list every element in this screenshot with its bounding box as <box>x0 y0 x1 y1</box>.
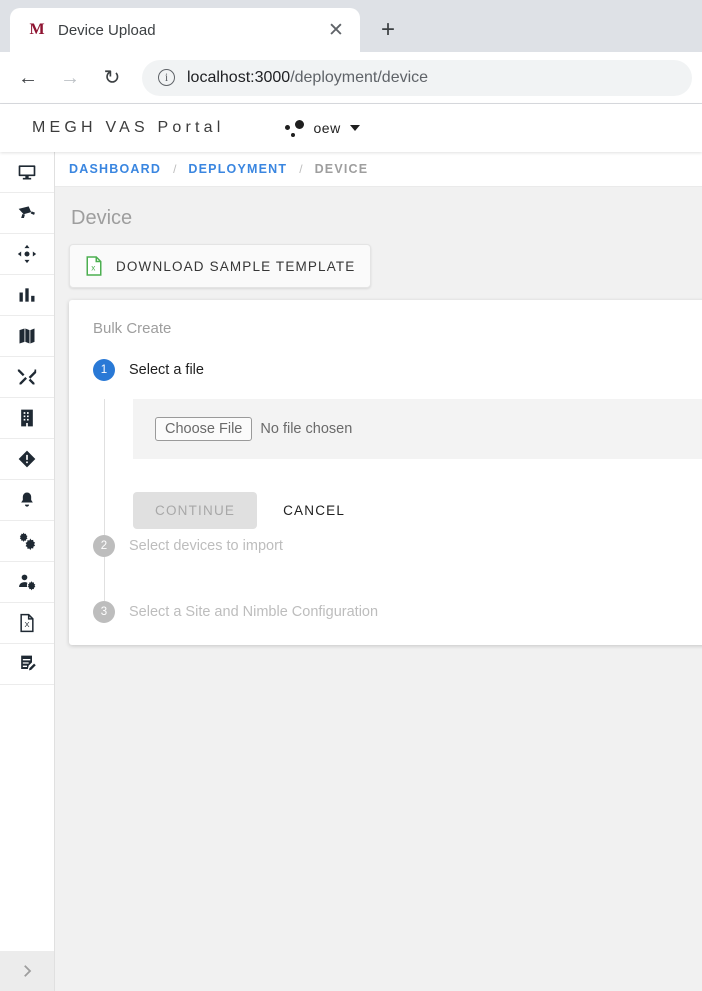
file-status-label: No file chosen <box>260 421 352 437</box>
main-content: DASHBOARD / DEPLOYMENT / DEVICE Device x <box>55 152 702 991</box>
step-1-actions: CONTINUE CANCEL <box>133 492 702 535</box>
step-2-header[interactable]: 2 Select devices to import <box>93 535 702 557</box>
building-icon <box>17 408 37 428</box>
bulk-create-card: Bulk Create 1 Select a file <box>69 300 702 645</box>
reload-icon[interactable]: ↻ <box>94 60 130 96</box>
bar-chart-icon <box>17 285 37 305</box>
file-input[interactable]: Choose File No file chosen <box>155 417 702 441</box>
card-title: Bulk Create <box>69 320 702 337</box>
excel-file-icon: X <box>17 613 37 633</box>
step-2-number: 2 <box>93 535 115 557</box>
breadcrumb-item-dashboard[interactable]: DASHBOARD <box>69 162 161 176</box>
gears-icon <box>17 531 37 551</box>
url-text: localhost:3000/deployment/device <box>187 69 428 87</box>
monitor-icon <box>17 162 37 182</box>
sidebar: X <box>0 152 55 991</box>
sidebar-item-users[interactable] <box>0 562 54 603</box>
info-circle-icon[interactable]: i <box>158 69 175 86</box>
sidebar-item-logs[interactable] <box>0 644 54 685</box>
step-1-label: Select a file <box>129 362 204 378</box>
user-settings-icon <box>17 572 37 592</box>
sidebar-item-settings[interactable] <box>0 521 54 562</box>
continue-button[interactable]: CONTINUE <box>133 492 257 529</box>
map-icon <box>17 326 37 346</box>
url-path: /deployment/device <box>290 69 428 86</box>
forward-icon[interactable]: → <box>52 60 88 96</box>
choose-file-button[interactable]: Choose File <box>155 417 252 441</box>
sidebar-item-dashboard[interactable] <box>0 152 54 193</box>
page-title: Device <box>71 207 702 230</box>
breadcrumb-separator: / <box>173 162 176 176</box>
step-1-body: Choose File No file chosen CONTINUE CANC… <box>104 399 702 535</box>
breadcrumb: DASHBOARD / DEPLOYMENT / DEVICE <box>55 152 702 187</box>
step-2-body <box>104 557 702 601</box>
app-brand-title: MEGH VAS Portal <box>32 119 225 137</box>
security-camera-icon <box>17 203 37 223</box>
step-2: 2 Select devices to import <box>93 535 702 601</box>
app-header: MEGH VAS Portal oew <box>0 104 702 152</box>
tab-strip: M Device Upload ✕ + <box>0 0 702 52</box>
step-3-label: Select a Site and Nimble Configuration <box>129 604 378 620</box>
tools-icon <box>17 367 37 387</box>
chevron-right-icon <box>18 962 36 980</box>
browser-tab-device-upload[interactable]: M Device Upload ✕ <box>10 8 360 52</box>
sidebar-item-notifications[interactable] <box>0 480 54 521</box>
tab-title: Device Upload <box>58 22 312 39</box>
sidebar-item-cameras[interactable] <box>0 193 54 234</box>
breadcrumb-item-device: DEVICE <box>315 162 369 176</box>
step-3-number: 3 <box>93 601 115 623</box>
sidebar-item-alerts[interactable] <box>0 439 54 480</box>
close-icon[interactable]: ✕ <box>324 18 348 42</box>
breadcrumb-separator: / <box>299 162 302 176</box>
download-sample-template-label: DOWNLOAD SAMPLE TEMPLATE <box>116 259 355 274</box>
browser-window: M Device Upload ✕ + ← → ↻ i localhost:30… <box>0 0 702 991</box>
favicon-icon: M <box>28 21 46 39</box>
step-2-label: Select devices to import <box>129 538 283 554</box>
url-host: localhost:3000 <box>187 69 290 86</box>
sidebar-item-ptz[interactable] <box>0 234 54 275</box>
notepad-edit-icon <box>17 654 37 674</box>
sidebar-expand-button[interactable] <box>0 951 54 991</box>
sidebar-spacer <box>0 685 54 951</box>
sidebar-item-sites[interactable] <box>0 398 54 439</box>
file-drop-zone: Choose File No file chosen <box>133 399 702 459</box>
step-1-number: 1 <box>93 359 115 381</box>
step-1-header[interactable]: 1 Select a file <box>93 359 702 381</box>
user-name-label: oew <box>314 120 341 136</box>
step-3: 3 Select a Site and Nimble Configuration <box>93 601 702 623</box>
bell-icon <box>17 490 37 510</box>
app-body: X DASHBOARD / DEPLOYMENT / <box>0 152 702 991</box>
cancel-button[interactable]: CANCEL <box>275 492 353 529</box>
download-sample-template-button[interactable]: x DOWNLOAD SAMPLE TEMPLATE <box>69 244 371 288</box>
warning-diamond-icon <box>17 449 37 469</box>
stepper: 1 Select a file Choose File No file chos… <box>69 359 702 623</box>
sidebar-items: X <box>0 152 54 951</box>
browser-toolbar: ← → ↻ i localhost:3000/deployment/device <box>0 52 702 104</box>
address-bar[interactable]: i localhost:3000/deployment/device <box>142 60 692 96</box>
application: MEGH VAS Portal oew <box>0 104 702 991</box>
chevron-down-icon[interactable] <box>350 125 360 131</box>
user-menu[interactable]: oew <box>285 118 360 138</box>
back-icon[interactable]: ← <box>10 60 46 96</box>
excel-file-icon: x <box>85 256 103 276</box>
breadcrumb-item-deployment[interactable]: DEPLOYMENT <box>188 162 287 176</box>
move-arrows-icon <box>17 244 37 264</box>
svg-text:X: X <box>24 620 29 629</box>
sidebar-item-map[interactable] <box>0 316 54 357</box>
avatar <box>285 118 305 138</box>
page-body: Device x DOWNLOAD SAMPLE TEMPLATE Bulk C… <box>55 187 702 991</box>
step-1: 1 Select a file Choose File No file chos… <box>93 359 702 535</box>
sidebar-item-tools[interactable] <box>0 357 54 398</box>
new-tab-button[interactable]: + <box>368 10 408 50</box>
step-3-header[interactable]: 3 Select a Site and Nimble Configuration <box>93 601 702 623</box>
sidebar-item-reports[interactable]: X <box>0 603 54 644</box>
sidebar-item-analytics[interactable] <box>0 275 54 316</box>
